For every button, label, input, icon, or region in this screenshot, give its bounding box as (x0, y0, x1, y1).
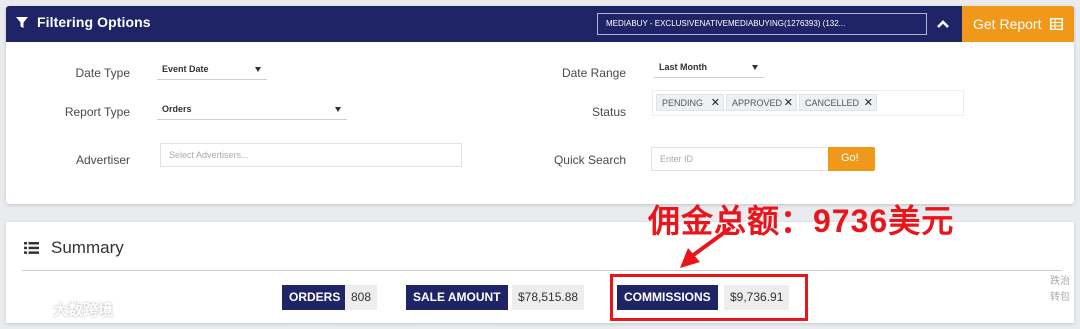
campaign-select-value: MEDIABUY - EXCLUSIVENATIVEMEDIABUYING(12… (606, 19, 846, 28)
chevron-down-icon (752, 65, 758, 70)
get-report-label: Get Report (973, 16, 1042, 32)
metric-label: SALE AMOUNT (406, 285, 508, 310)
campaign-select[interactable]: MEDIABUY - EXCLUSIVENATIVEMEDIABUYING(12… (597, 13, 927, 35)
date-range-label: Date Range (561, 66, 626, 80)
get-report-button[interactable]: Get Report (962, 6, 1074, 42)
status-label: Status (591, 105, 626, 119)
quick-search-input[interactable] (658, 153, 803, 165)
date-type-select[interactable]: Event Date (157, 62, 267, 80)
watermark-text: 大数跨境 (53, 302, 114, 319)
date-type-label: Date Type (75, 66, 130, 80)
summary-divider (22, 270, 1062, 271)
status-tag-approved: APPROVED ✕ (726, 94, 797, 111)
filter-icon (16, 17, 28, 28)
report-type-label: Report Type (64, 105, 130, 119)
chevron-up-icon[interactable] (934, 15, 952, 33)
date-range-value: Last Month (659, 62, 707, 72)
advertiser-field[interactable] (160, 143, 462, 167)
metric-sale-amount: SALE AMOUNT $78,515.88 (406, 285, 594, 310)
metric-orders: ORDERS 808 (282, 285, 382, 310)
metric-label: ORDERS (282, 285, 348, 310)
remove-tag-icon[interactable]: ✕ (784, 96, 793, 109)
status-tag-label: CANCELLED (805, 98, 860, 108)
go-button[interactable]: Go! (828, 147, 875, 171)
metric-value: 808 (345, 285, 378, 310)
status-tag-label: APPROVED (732, 98, 783, 108)
report-type-value: Orders (162, 104, 192, 114)
remove-tag-icon[interactable]: ✕ (711, 96, 720, 109)
side-text-line: 转包 (1050, 292, 1070, 303)
status-tag-pending: PENDING ✕ (656, 94, 724, 111)
side-text-line: 跌治 (1050, 276, 1070, 287)
advertiser-input[interactable] (167, 149, 411, 161)
status-tag-cancelled: CANCELLED ✕ (799, 94, 877, 111)
status-tag-label: PENDING (662, 98, 704, 108)
chevron-down-icon (335, 107, 341, 112)
advertiser-label: Advertiser (75, 153, 130, 167)
watermark: I 大数跨境 (8, 294, 148, 322)
filtering-header[interactable]: Filtering Options MEDIABUY - EXCLUSIVENA… (6, 6, 1074, 42)
filtering-title: Filtering Options (37, 14, 151, 30)
svg-text:I: I (8, 298, 13, 317)
go-button-label: Go! (841, 152, 859, 164)
remove-tag-icon[interactable]: ✕ (864, 96, 873, 109)
watermark-logo-icon: I (8, 297, 44, 318)
quick-search-label: Quick Search (553, 153, 626, 167)
date-range-select[interactable]: Last Month (654, 60, 764, 78)
list-icon (24, 242, 39, 254)
annotation-highlight-box (610, 274, 808, 321)
quick-search-field[interactable] (651, 147, 829, 171)
summary-title: Summary (51, 238, 124, 257)
report-type-select[interactable]: Orders (157, 102, 347, 120)
metric-value: $78,515.88 (512, 285, 585, 310)
table-icon (1050, 18, 1063, 30)
date-type-value: Event Date (162, 64, 209, 74)
annotation-arrow-icon (680, 227, 731, 268)
chevron-down-icon (255, 67, 261, 72)
side-text: 跌治 转包 (1050, 274, 1070, 306)
